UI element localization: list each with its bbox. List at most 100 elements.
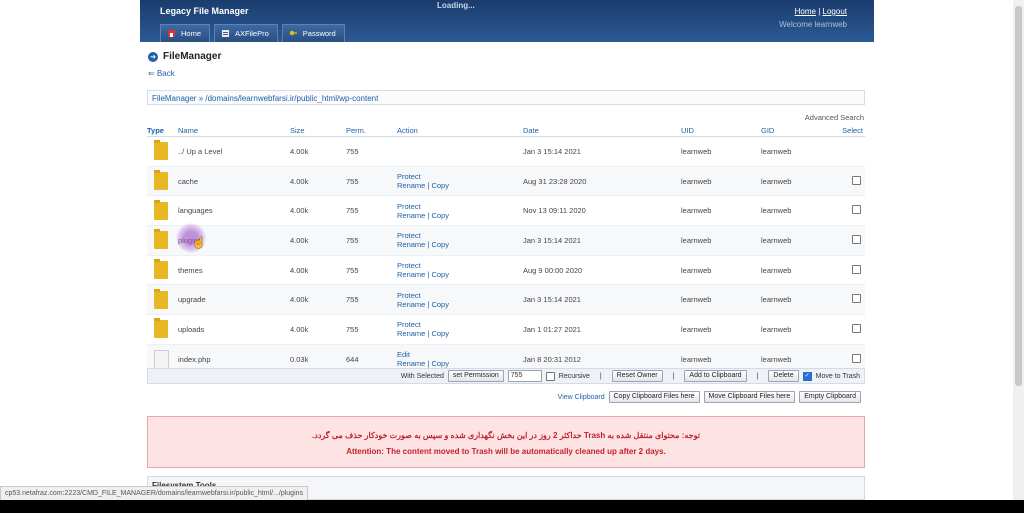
welcome-text: Welcome learnweb [779, 20, 847, 29]
file-gid: learnweb [761, 166, 841, 197]
row-select-checkbox[interactable] [852, 264, 861, 274]
recursive-label: Recursive [558, 372, 590, 380]
key-icon [289, 29, 298, 38]
row-select-checkbox[interactable] [852, 294, 861, 304]
tab-password[interactable]: Password [281, 24, 345, 42]
loading-indicator: Loading... [437, 1, 475, 10]
view-clipboard-link[interactable]: View Clipboard [558, 394, 605, 401]
rename-copy-links[interactable]: Rename | Copy [397, 211, 523, 220]
folder-icon[interactable] [154, 259, 168, 280]
table-row: themes 4.00k 755 Protect Rename | Copy Aug 9 … [147, 255, 865, 286]
folder-icon[interactable] [154, 288, 168, 309]
type-cell [147, 255, 178, 286]
rename-copy-links[interactable]: Rename | Copy [397, 300, 523, 309]
file-perm: 755 [346, 284, 397, 316]
set-permission-button[interactable]: set Permission [447, 370, 504, 382]
logout-link[interactable]: Logout [823, 7, 847, 16]
notice-english: Attention: The content moved to Trash wi… [346, 447, 666, 456]
col-perm[interactable]: Perm. [346, 124, 397, 137]
file-size: 4.00k [290, 255, 346, 286]
reset-owner-button[interactable]: Reset Owner [611, 370, 663, 382]
copy-clipboard-button[interactable]: Copy Clipboard Files here [608, 391, 700, 403]
col-date[interactable]: Date [523, 124, 681, 137]
action-primary-link[interactable]: Protect [397, 320, 523, 329]
arrow-right-icon: ➜ [148, 51, 158, 62]
brand-title: Legacy File Manager [160, 6, 249, 16]
row-select-checkbox[interactable] [852, 205, 861, 215]
file-name-link[interactable]: cache [178, 166, 290, 197]
file-size: 4.00k [290, 314, 346, 345]
move-clipboard-button[interactable]: Move Clipboard Files here [703, 391, 796, 403]
empty-clipboard-button[interactable]: Empty Clipboard [799, 391, 861, 403]
action-primary-link[interactable]: Protect [397, 172, 523, 181]
rename-copy-links[interactable]: Rename | Copy [397, 359, 523, 368]
action-primary-link[interactable]: Protect [397, 231, 523, 240]
file-gid: learnweb [761, 225, 841, 256]
home-link[interactable]: Home [795, 7, 816, 16]
permission-input[interactable]: 755 [507, 370, 542, 382]
breadcrumb[interactable]: FileManager » /domains/learnwebfarsi.ir/… [147, 90, 865, 105]
move-to-trash-checkbox[interactable]: ✓ [802, 371, 812, 381]
rename-copy-links[interactable]: Rename | Copy [397, 329, 523, 338]
folder-icon[interactable] [154, 140, 168, 161]
action-cell: Protect Rename | Copy [397, 255, 523, 286]
action-primary-link[interactable]: Protect [397, 261, 523, 270]
col-type[interactable]: Type [147, 124, 178, 137]
scrollbar-thumb[interactable] [1015, 6, 1022, 386]
select-cell [841, 314, 865, 345]
col-name[interactable]: Name [178, 124, 290, 137]
delete-button[interactable]: Delete [768, 370, 799, 382]
file-table: Type Name Size Perm. Action Date UID GID… [147, 124, 865, 375]
type-cell [147, 314, 178, 345]
page-title: FileManager [163, 51, 222, 62]
file-name-link[interactable]: uploads [178, 314, 290, 345]
col-gid[interactable]: GID [761, 124, 841, 137]
table-row: ../ Up a Level 4.00k 755 Jan 3 15:14 2021 le… [147, 136, 865, 167]
action-primary-link[interactable]: Edit [397, 350, 523, 359]
user-links: Home | Logout [795, 7, 847, 16]
tab-axfilepro[interactable]: AXFilePro [214, 24, 278, 42]
file-date: Jan 3 15:14 2021 [523, 284, 681, 316]
row-select-checkbox[interactable] [852, 234, 861, 244]
folder-icon[interactable] [154, 229, 168, 250]
row-select-checkbox[interactable] [852, 323, 861, 333]
folder-icon[interactable] [154, 170, 168, 191]
toolbar-separator: | [756, 372, 759, 380]
file-size: 4.00k [290, 225, 346, 256]
tab-home[interactable]: Home [160, 24, 211, 42]
folder-icon[interactable] [154, 199, 168, 220]
add-to-clipboard-button[interactable]: Add to Clipboard [684, 370, 747, 382]
file-size: 4.00k [290, 284, 346, 316]
file-icon[interactable] [154, 349, 169, 369]
file-date: Nov 13 09:11 2020 [523, 195, 681, 227]
folder-icon[interactable] [154, 318, 168, 339]
file-uid: learnweb [681, 136, 761, 167]
rename-copy-links[interactable]: Rename | Copy [397, 240, 523, 249]
rename-copy-links[interactable]: Rename | Copy [397, 181, 523, 190]
col-size[interactable]: Size [290, 124, 346, 137]
file-name-link[interactable]: upgrade [178, 284, 290, 316]
advanced-search-link[interactable]: Advanced Search [805, 113, 864, 122]
row-select-checkbox[interactable] [852, 353, 861, 363]
action-cell: Protect Rename | Copy [397, 195, 523, 227]
home-icon [167, 29, 176, 38]
rename-copy-links[interactable]: Rename | Copy [397, 270, 523, 279]
file-gid: learnweb [761, 255, 841, 286]
file-perm: 755 [346, 195, 397, 227]
file-name-link[interactable]: themes [178, 255, 290, 286]
action-cell: Protect Rename | Copy [397, 314, 523, 345]
col-uid[interactable]: UID [681, 124, 761, 137]
back-link[interactable]: ⇐ Back [148, 69, 175, 78]
action-primary-link[interactable]: Protect [397, 202, 523, 211]
file-perm: 755 [346, 314, 397, 345]
file-name-link[interactable]: ../ Up a Level [178, 136, 290, 167]
file-size: 4.00k [290, 195, 346, 227]
notice-farsi: توجه: محتوای منتقل شده به Trash حداکثر 2… [312, 431, 700, 440]
recursive-checkbox[interactable] [545, 371, 555, 381]
action-primary-link[interactable]: Protect [397, 291, 523, 300]
row-select-checkbox[interactable] [852, 175, 861, 185]
select-cell [841, 225, 865, 256]
file-gid: learnweb [761, 195, 841, 227]
header: Legacy File Manager Loading... Home | Lo… [140, 0, 874, 42]
file-name-link[interactable]: languages [178, 195, 290, 227]
